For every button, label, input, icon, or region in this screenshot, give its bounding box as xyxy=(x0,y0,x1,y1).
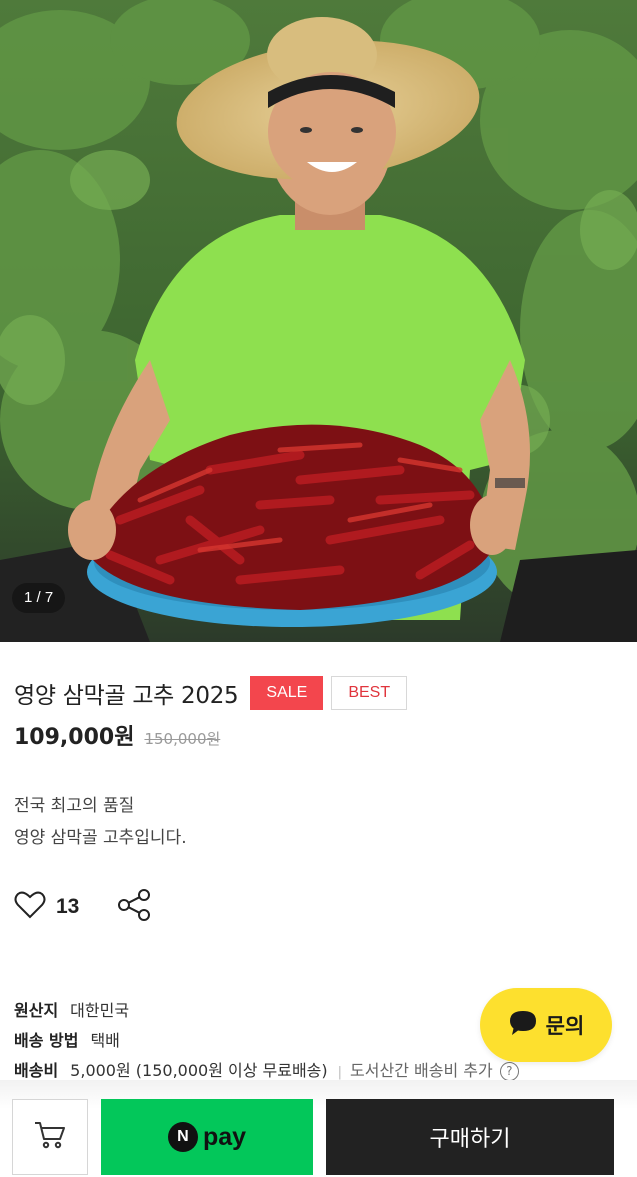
spec-value: 5,000원 (150,000원 이상 무료배송) xyxy=(70,1061,328,1080)
product-title: 영양 삼막골 고추 2025 xyxy=(14,683,239,709)
best-badge: BEST xyxy=(331,676,408,710)
product-photo xyxy=(0,0,637,642)
spec-value: 대한민국 xyxy=(70,1001,130,1020)
buy-now-button[interactable]: 구매하기 xyxy=(326,1099,614,1175)
naver-pay-button[interactable]: N pay xyxy=(101,1099,313,1175)
share-icon[interactable] xyxy=(117,888,151,926)
social-actions: 13 xyxy=(14,888,151,926)
sale-badge: SALE xyxy=(250,676,324,710)
like-count: 13 xyxy=(56,895,80,918)
original-price: 150,000원 xyxy=(144,730,221,748)
help-icon[interactable]: ? xyxy=(499,1062,519,1081)
spec-key: 원산지 xyxy=(14,1001,59,1020)
product-specs: 원산지 대한민국 배송 방법 택배 배송비 5,000원 (150,000원 이상 무… xyxy=(14,996,519,1088)
inquiry-button[interactable]: 문의 xyxy=(480,988,612,1062)
spec-key: 배송비 xyxy=(14,1061,59,1080)
product-description: 전국 최고의 품질 영양 삼막골 고추입니다. xyxy=(14,790,187,854)
divider: | xyxy=(337,1065,343,1080)
add-to-cart-button[interactable] xyxy=(12,1099,88,1175)
spec-value: 택배 xyxy=(90,1031,120,1050)
npay-logo-icon: N xyxy=(167,1122,198,1152)
heart-outline-icon[interactable] xyxy=(14,890,46,924)
spec-origin: 원산지 대한민국 xyxy=(14,996,519,1026)
image-counter: 1 / 7 xyxy=(12,583,66,613)
chat-bubble-icon xyxy=(508,1009,538,1041)
inquiry-label: 문의 xyxy=(545,1014,585,1038)
npay-label: pay xyxy=(202,1122,247,1151)
description-line: 영양 삼막골 고추입니다. xyxy=(14,828,187,848)
sale-price: 109,000원 xyxy=(14,725,135,750)
remote-area-fee-note: 도서산간 배송비 추가 xyxy=(350,1061,493,1080)
spec-key: 배송 방법 xyxy=(14,1031,79,1050)
price-row: 109,000원 150,000원 xyxy=(14,719,220,751)
title-row: 영양 삼막골 고추 2025 SALE BEST xyxy=(14,676,408,710)
product-image[interactable]: 1 / 7 xyxy=(0,0,637,642)
spec-delivery-method: 배송 방법 택배 xyxy=(14,1026,519,1056)
description-line: 전국 최고의 품질 xyxy=(14,796,135,816)
shopping-cart-icon xyxy=(33,1120,67,1154)
